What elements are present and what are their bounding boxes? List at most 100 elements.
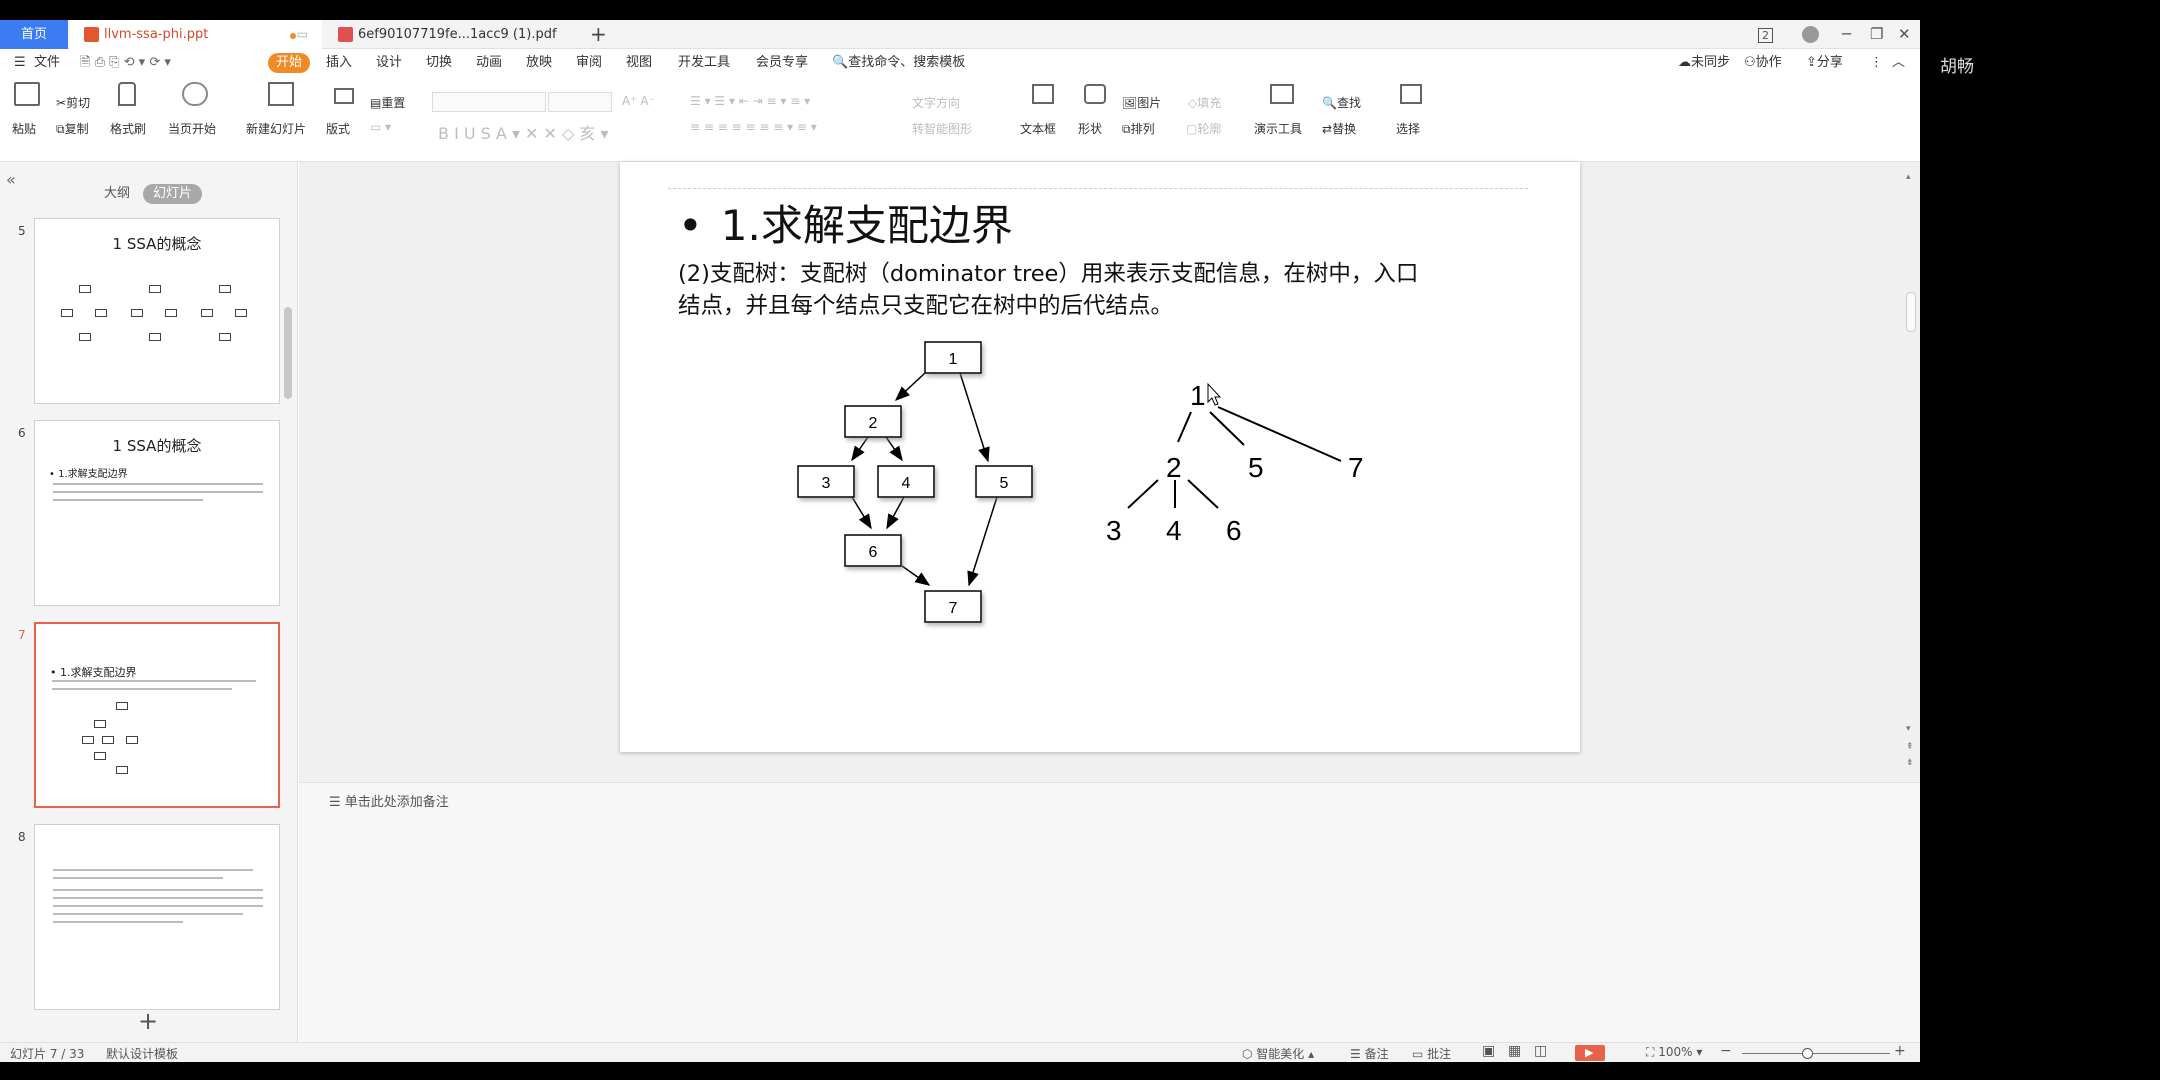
select-icon[interactable]	[1400, 84, 1422, 104]
zoom-out-icon[interactable]: −	[1720, 1043, 1732, 1059]
copy-button[interactable]: ⧉复制	[56, 120, 89, 137]
menu-tab-animation[interactable]: 动画	[476, 49, 502, 76]
tab-ppt-document[interactable]: llvm-ssa-phi.ppt ▭	[70, 20, 322, 49]
collapse-panel-icon[interactable]: «	[6, 170, 16, 189]
panel-scrollbar[interactable]	[284, 307, 292, 399]
zoom-fit-button[interactable]: ⛶ 100% ▾	[1646, 1045, 1702, 1060]
close-window-icon[interactable]: ✕	[1898, 20, 1911, 49]
tab-close-icon[interactable]: ▭	[297, 20, 308, 49]
reset-button[interactable]: ▤重置	[370, 94, 405, 111]
outline-button[interactable]: ▢轮廓	[1186, 120, 1221, 137]
paragraph-align-buttons[interactable]: ≡ ≡ ≡ ≡ ≡ ≡ ≡ ▾ ≡ ▾	[690, 120, 817, 134]
menu-tab-insert[interactable]: 插入	[326, 49, 352, 76]
presenter-tools-icon[interactable]	[1270, 84, 1294, 104]
menu-tab-slideshow[interactable]: 放映	[526, 49, 552, 76]
quick-access-icons[interactable]: 🗎 ⎙ ⎘ ⟲ ▾ ⟳ ▾	[80, 49, 171, 76]
share-label: 分享	[1816, 55, 1843, 70]
menu-tab-design[interactable]: 设计	[376, 49, 402, 76]
comments-button[interactable]: ▭ 批注	[1412, 1045, 1451, 1062]
tab-slides[interactable]: 幻灯片	[143, 184, 203, 204]
shape-icon[interactable]	[1084, 84, 1106, 104]
menu-tab-home[interactable]: 开始	[268, 53, 311, 73]
shape-button[interactable]: 形状	[1078, 120, 1102, 137]
tab-outline[interactable]: 大纲	[94, 184, 140, 204]
font-name-combo[interactable]	[432, 92, 546, 112]
fill-button[interactable]: ◇填充	[1188, 94, 1221, 111]
replace-button[interactable]: ⇄替换	[1322, 120, 1356, 137]
prev-slide-icon[interactable]: ⇞	[1906, 742, 1914, 752]
notes-pane[interactable]: ☰ 单击此处添加备注	[299, 782, 1920, 1042]
new-tab-plus-icon[interactable]: +	[590, 20, 607, 49]
from-current-button[interactable]: 当页开始	[168, 120, 216, 137]
notes-toggle-button[interactable]: ☰ 备注	[1350, 1045, 1389, 1062]
slide-thumbnail[interactable]: 1 SSA的概念 • 1.求解支配边界	[34, 420, 280, 606]
layout-button[interactable]: 版式	[326, 120, 350, 137]
font-grow-shrink[interactable]: A⁺ A⁻	[622, 94, 655, 108]
hamburger-icon[interactable]: ☰	[14, 49, 26, 76]
add-slide-plus-icon[interactable]: +	[138, 1007, 158, 1035]
smart-beautify-button[interactable]: ⬡ 智能美化 ▴	[1242, 1045, 1314, 1062]
collaborate-button[interactable]: ⚇协作	[1744, 49, 1782, 76]
play-from-current-icon[interactable]	[182, 82, 208, 106]
editor-scrollbar[interactable]: ▴ ▾ ⇞ ⇟	[1906, 172, 1916, 772]
presenter-tools-button[interactable]: 演示工具	[1254, 120, 1302, 137]
new-slide-icon[interactable]	[268, 82, 294, 106]
text-direction-button[interactable]: 文字方向	[912, 94, 960, 111]
slideshow-play-button[interactable]: ▶	[1575, 1045, 1605, 1061]
picture-button[interactable]: 🖼图片	[1122, 94, 1161, 111]
sync-status[interactable]: ☁未同步	[1678, 49, 1730, 76]
menu-tab-view[interactable]: 视图	[626, 49, 652, 76]
zoom-slider-thumb[interactable]	[1802, 1048, 1813, 1059]
paste-icon[interactable]	[14, 82, 40, 106]
reading-view-icon[interactable]: ◫	[1534, 1043, 1547, 1059]
slide-thumbnail[interactable]	[34, 824, 280, 1010]
smart-graphic-button[interactable]: 转智能图形	[912, 120, 972, 137]
notes-placeholder[interactable]: ☰ 单击此处添加备注	[329, 791, 449, 810]
command-search[interactable]: 🔍查找命令、搜索模板	[832, 49, 965, 76]
more-icon[interactable]: ⋮	[1870, 49, 1883, 76]
textbox-icon[interactable]	[1032, 84, 1054, 104]
textbox-button[interactable]: 文本框	[1020, 120, 1056, 137]
format-painter-icon[interactable]	[118, 82, 136, 106]
font-style-buttons[interactable]: B I U S A ▾ ✕ ✕ ◇ 亥 ▾	[438, 120, 609, 144]
menu-tab-developer[interactable]: 开发工具	[678, 49, 730, 76]
page-count-icon[interactable]: 2	[1758, 20, 1773, 49]
next-slide-icon[interactable]: ⇟	[1906, 758, 1914, 768]
zoom-in-icon[interactable]: +	[1894, 1043, 1906, 1059]
menu-file[interactable]: 文件	[34, 49, 60, 76]
slide-canvas[interactable]: • 1.求解支配边界 (2)支配树：支配树（dominator tree）用来表示…	[620, 162, 1580, 752]
minimize-icon[interactable]: ─	[1842, 20, 1851, 49]
new-slide-button[interactable]: 新建幻灯片	[246, 120, 306, 137]
slide-thumbnail[interactable]: 1 SSA的概念	[34, 218, 280, 404]
scroll-thumb[interactable]	[1906, 292, 1916, 332]
avatar[interactable]	[1802, 26, 1819, 43]
zoom-slider-track[interactable]	[1742, 1053, 1890, 1054]
mini-diagram	[131, 309, 143, 317]
cfg-edge	[851, 496, 872, 530]
select-button[interactable]: 选择	[1396, 120, 1420, 137]
scroll-up-icon[interactable]: ▴	[1906, 172, 1911, 182]
picture-icon: 🖼	[1122, 96, 1138, 110]
format-painter-button[interactable]: 格式刷	[110, 120, 146, 137]
section-button[interactable]: ▭ ▾	[370, 120, 391, 134]
collapse-ribbon-icon[interactable]: ︿	[1892, 49, 1905, 76]
layout-icon[interactable]	[334, 88, 354, 104]
list-buttons[interactable]: ☰ ▾ ☰ ▾ ⇤ ⇥ ≡ ▾ ≡ ▾	[690, 94, 810, 108]
restore-icon[interactable]: ❐	[1870, 20, 1883, 49]
menu-tab-review[interactable]: 审阅	[576, 49, 602, 76]
find-button[interactable]: 🔍查找	[1322, 94, 1361, 111]
share-button[interactable]: ⇪分享	[1806, 49, 1843, 76]
slide-thumbnail-selected[interactable]: • 1.求解支配边界	[34, 622, 280, 808]
cut-button[interactable]: ✂剪切	[56, 94, 90, 111]
template-name[interactable]: 默认设计模板	[106, 1045, 178, 1062]
home-tab[interactable]: 首页	[0, 20, 68, 49]
arrange-button[interactable]: ⧉排列	[1122, 120, 1155, 137]
normal-view-icon[interactable]: ▣	[1482, 1043, 1495, 1059]
tab-pdf-document[interactable]: 6ef90107719fe...1acc9 (1).pdf	[324, 20, 576, 49]
menu-tab-transition[interactable]: 切换	[426, 49, 452, 76]
font-size-combo[interactable]	[548, 92, 612, 112]
scroll-down-icon[interactable]: ▾	[1906, 724, 1911, 734]
sorter-view-icon[interactable]: ▦	[1508, 1043, 1521, 1059]
paste-button[interactable]: 粘贴	[12, 120, 36, 137]
menu-tab-member[interactable]: 会员专享	[756, 49, 808, 76]
